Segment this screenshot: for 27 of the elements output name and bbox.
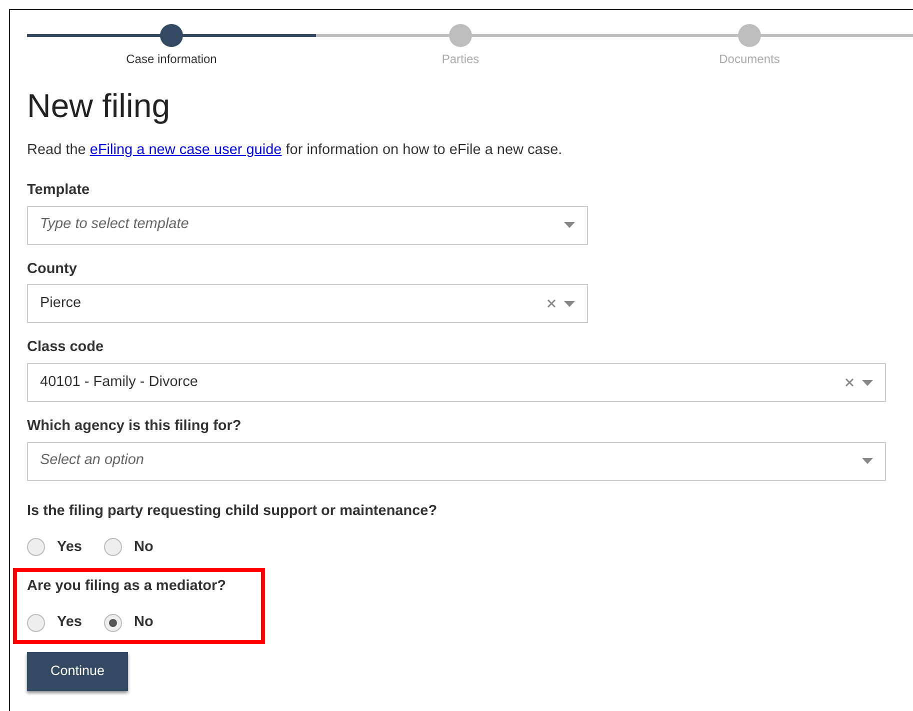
step-label: Case information bbox=[126, 51, 217, 68]
step-label: Parties bbox=[442, 51, 480, 68]
question-label: Is the filing party requesting child support or maintenance? bbox=[27, 502, 438, 521]
radio-option[interactable]: No bbox=[104, 536, 154, 558]
radio-option[interactable]: Yes bbox=[27, 536, 82, 558]
select-field[interactable]: Select an option bbox=[27, 442, 886, 481]
caret-icon[interactable] bbox=[862, 380, 873, 386]
user-guide-link[interactable]: eFiling a new case user guide bbox=[90, 142, 282, 158]
select-field[interactable]: Type to select template bbox=[27, 206, 588, 244]
clear-icon[interactable] bbox=[547, 299, 556, 308]
field-label: Which agency is this filing for? bbox=[27, 417, 242, 436]
caret-icon[interactable] bbox=[862, 458, 873, 464]
caret-icon[interactable] bbox=[564, 222, 575, 228]
radio-option[interactable]: Yes bbox=[27, 612, 82, 634]
field-label: Template bbox=[27, 180, 90, 200]
intro-text: Read the eFiling a new case user guide for information on how to eFile a new case. bbox=[27, 141, 562, 160]
continue-button[interactable]: Continue bbox=[27, 652, 128, 691]
field-label: Class code bbox=[27, 338, 104, 358]
clear-icon[interactable] bbox=[845, 378, 854, 387]
field-label: County bbox=[27, 260, 77, 278]
question-label: Are you filing as a mediator? bbox=[27, 577, 226, 596]
caret-icon[interactable] bbox=[564, 300, 575, 307]
page-title: New filing bbox=[27, 86, 170, 126]
select-field[interactable]: Pierce bbox=[27, 284, 588, 324]
step-label: Documents bbox=[719, 51, 780, 68]
radio-option[interactable]: No bbox=[104, 612, 154, 634]
select-field[interactable]: 40101 - Family - Divorce bbox=[27, 363, 886, 402]
